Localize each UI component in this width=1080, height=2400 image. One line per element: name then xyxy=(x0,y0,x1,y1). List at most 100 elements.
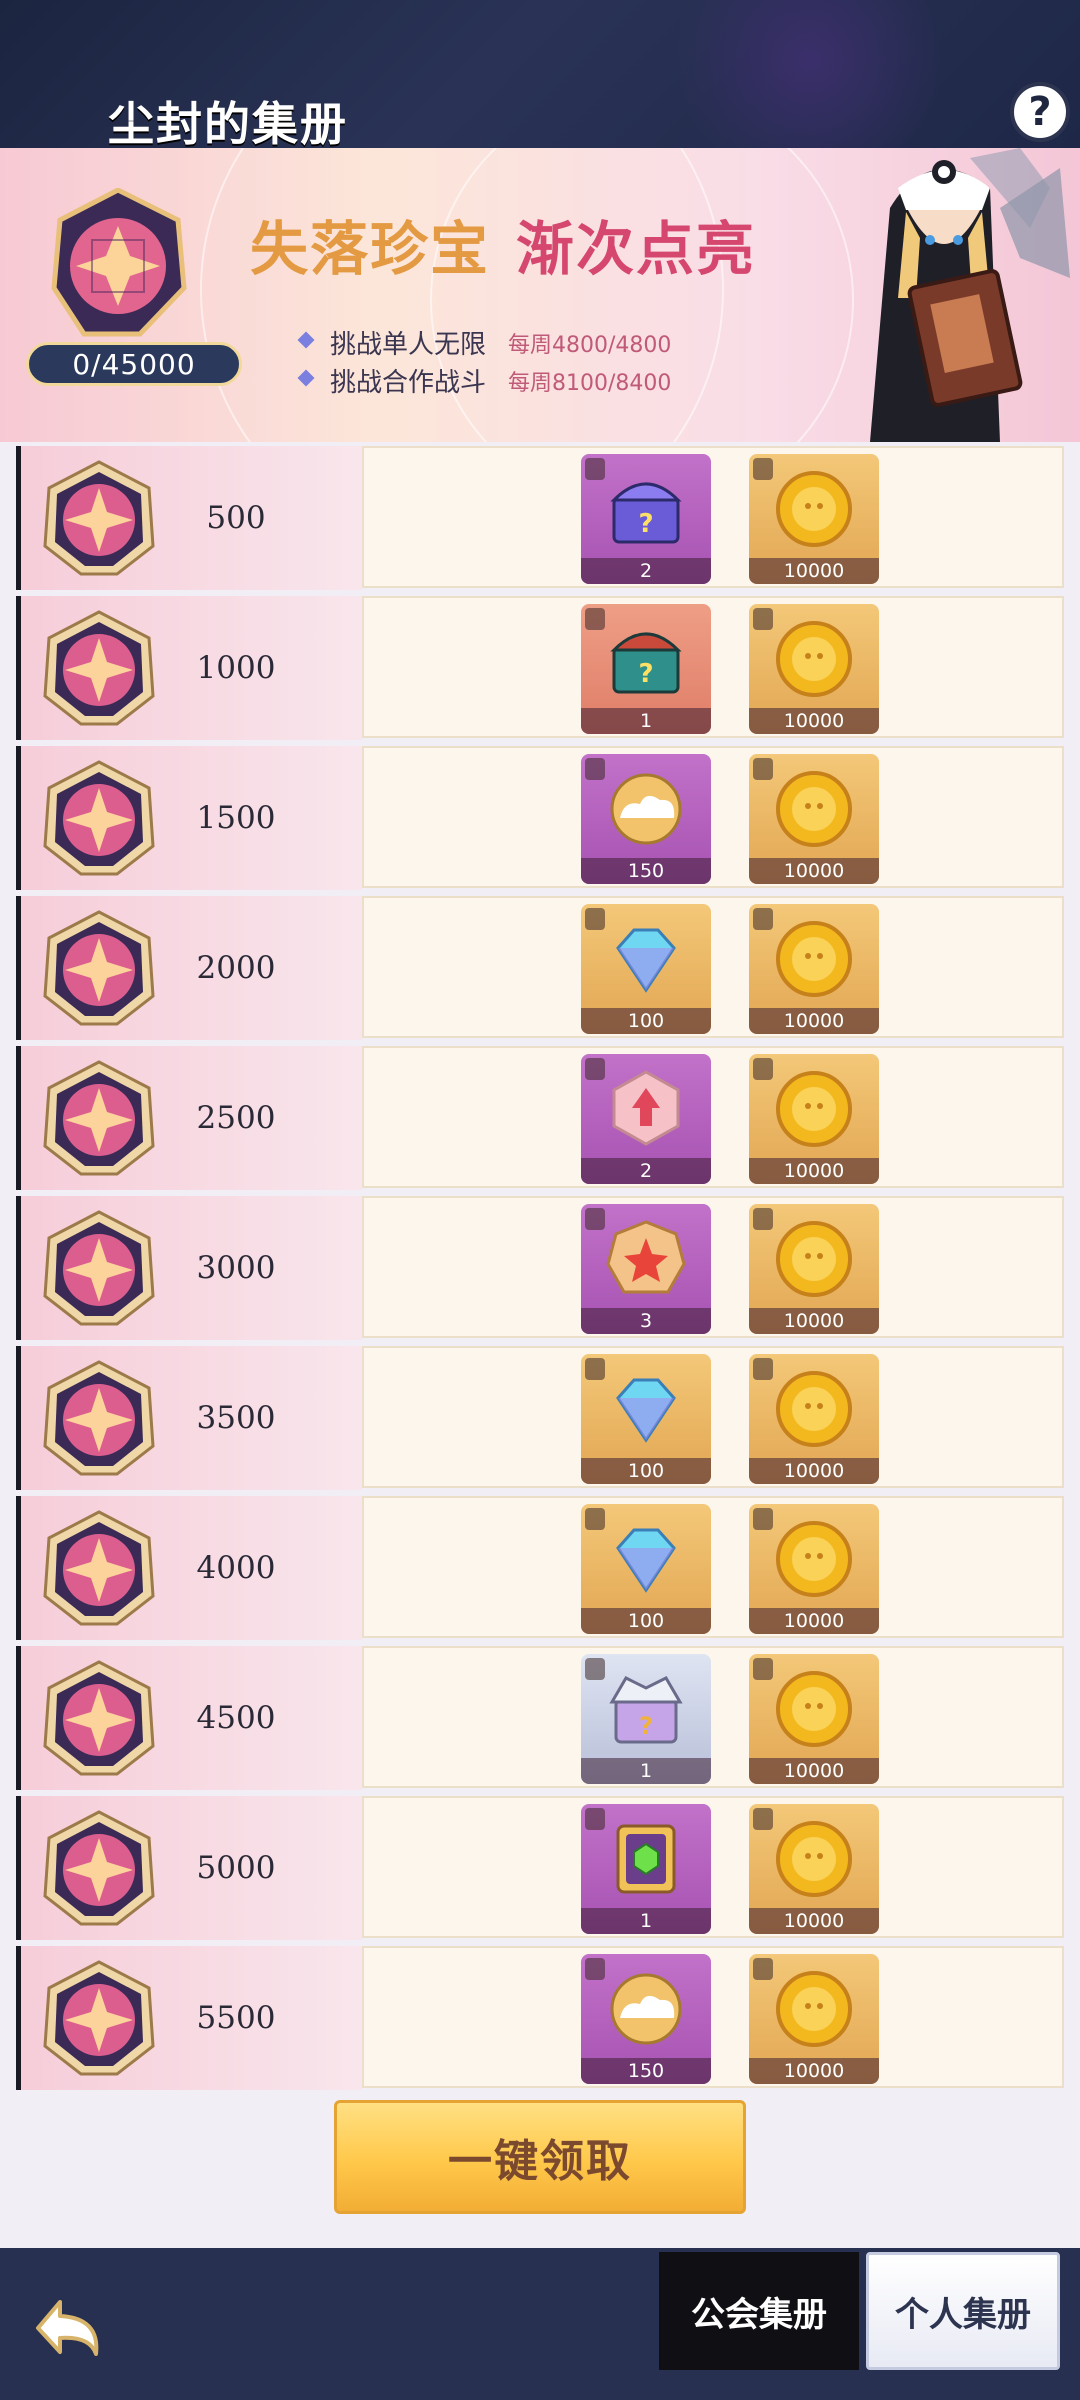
coin-quantity: 10000 xyxy=(749,1458,879,1484)
item-quantity: 150 xyxy=(581,858,711,884)
claim-all-button[interactable]: 一键领取 xyxy=(334,2100,746,2214)
reward-item-tile[interactable]: ? 1 xyxy=(581,604,711,734)
gold-coin-icon xyxy=(776,1671,852,1747)
reward-row: 2000 100 10000 xyxy=(16,896,1064,1040)
bottom-bar: 公会集册 个人集册 xyxy=(0,2248,1080,2400)
gold-coin-icon xyxy=(776,471,852,547)
back-arrow-icon[interactable] xyxy=(30,2288,116,2374)
purple-chest-icon: ? xyxy=(610,482,682,544)
coin-quantity: 10000 xyxy=(749,1008,879,1034)
coin-quantity: 10000 xyxy=(749,1608,879,1634)
reward-coin-tile[interactable]: 10000 xyxy=(749,1504,879,1634)
gold-coin-icon xyxy=(776,621,852,697)
milestone-emblem-icon xyxy=(43,460,155,576)
item-quantity: 3 xyxy=(581,1308,711,1334)
banner-headline-part2: 渐次点亮 xyxy=(516,215,757,283)
milestone-emblem-icon xyxy=(43,1660,155,1776)
item-quantity: 100 xyxy=(581,1008,711,1034)
coin-quantity: 10000 xyxy=(749,858,879,884)
item-quantity: 100 xyxy=(581,1458,711,1484)
help-button[interactable]: ? xyxy=(1010,82,1070,142)
diamond-icon xyxy=(616,928,676,993)
reward-item-tile[interactable]: 100 xyxy=(581,904,711,1034)
gold-coin-icon xyxy=(776,1371,852,1447)
task-count: 每周4800/4800 xyxy=(508,332,672,358)
gold-coin-icon xyxy=(776,1221,852,1297)
row-rewards: 100 10000 xyxy=(362,896,1064,1038)
points-threshold: 3000 xyxy=(196,1250,276,1286)
reward-item-tile[interactable]: 100 xyxy=(581,1504,711,1634)
gold-coin-icon xyxy=(776,771,852,847)
coin-quantity: 10000 xyxy=(749,1758,879,1784)
row-rewards: 150 10000 xyxy=(362,746,1064,888)
reward-item-tile[interactable]: 3 xyxy=(581,1204,711,1334)
task-count: 每周8100/8400 xyxy=(508,370,672,396)
star-medal-icon xyxy=(606,1220,686,1294)
row-rewards: 1 10000 xyxy=(362,1796,1064,1938)
row-rewards: 150 10000 xyxy=(362,1946,1064,2088)
gold-coin-icon xyxy=(776,1521,852,1597)
tab-guild-collection[interactable]: 公会集册 xyxy=(659,2252,859,2370)
gold-coin-icon xyxy=(776,921,852,997)
background-glow xyxy=(660,0,960,148)
milestone-emblem-icon xyxy=(43,610,155,726)
milestone-emblem-icon xyxy=(43,910,155,1026)
milestone-emblem-icon xyxy=(43,1060,155,1176)
cloud-orb-icon xyxy=(610,1973,682,2045)
reward-row: 1000 ? 1 10000 xyxy=(16,596,1064,740)
row-milestone: 1500 xyxy=(16,746,362,890)
item-quantity: 2 xyxy=(581,558,711,584)
coin-quantity: 10000 xyxy=(749,1908,879,1934)
collection-progress: 0/45000 xyxy=(26,342,242,386)
reward-item-tile[interactable]: 150 xyxy=(581,1954,711,2084)
row-rewards: ? 2 10000 xyxy=(362,446,1064,588)
reward-coin-tile[interactable]: 10000 xyxy=(749,1954,879,2084)
reward-item-tile[interactable]: ? 2 xyxy=(581,454,711,584)
points-threshold: 5000 xyxy=(196,1850,276,1886)
gold-coin-icon xyxy=(776,1971,852,2047)
row-milestone: 3500 xyxy=(16,1346,362,1490)
reward-coin-tile[interactable]: 10000 xyxy=(749,904,879,1034)
reward-coin-tile[interactable]: 10000 xyxy=(749,454,879,584)
item-quantity: 1 xyxy=(581,1758,711,1784)
points-threshold: 500 xyxy=(206,500,266,536)
tab-personal-collection[interactable]: 个人集册 xyxy=(866,2252,1060,2370)
coin-quantity: 10000 xyxy=(749,708,879,734)
reward-item-tile[interactable]: 1 xyxy=(581,1804,711,1934)
coin-quantity: 10000 xyxy=(749,1308,879,1334)
coin-quantity: 10000 xyxy=(749,1158,879,1184)
row-rewards: 100 10000 xyxy=(362,1496,1064,1638)
task-item: 挑战合作战斗 每周8100/8400 xyxy=(297,362,672,399)
row-rewards: ? 1 10000 xyxy=(362,1646,1064,1788)
top-bar: 尘封的集册 ? xyxy=(0,0,1080,148)
reward-coin-tile[interactable]: 10000 xyxy=(749,754,879,884)
points-threshold: 1500 xyxy=(196,800,276,836)
row-milestone: 1000 xyxy=(16,596,362,740)
row-milestone: 4500 xyxy=(16,1646,362,1790)
reward-coin-tile[interactable]: 10000 xyxy=(749,604,879,734)
red-chest-icon: ? xyxy=(610,632,682,694)
task-item: 挑战单人无限 每周4800/4800 xyxy=(297,324,672,361)
row-milestone: 2000 xyxy=(16,896,362,1040)
points-threshold: 2000 xyxy=(196,950,276,986)
reward-coin-tile[interactable]: 10000 xyxy=(749,1354,879,1484)
diamond-icon xyxy=(616,1528,676,1593)
reward-coin-tile[interactable]: 10000 xyxy=(749,1054,879,1184)
reward-item-tile[interactable]: 2 xyxy=(581,1054,711,1184)
reward-item-tile[interactable]: 150 xyxy=(581,754,711,884)
row-rewards: 3 10000 xyxy=(362,1196,1064,1338)
row-rewards: 100 10000 xyxy=(362,1346,1064,1488)
row-milestone: 500 xyxy=(16,446,362,590)
reward-coin-tile[interactable]: 10000 xyxy=(749,1654,879,1784)
reward-item-tile[interactable]: ? 1 xyxy=(581,1654,711,1784)
reward-coin-tile[interactable]: 10000 xyxy=(749,1804,879,1934)
reward-coin-tile[interactable]: 10000 xyxy=(749,1204,879,1334)
banner-headline: 失落珍宝 渐次点亮 xyxy=(250,202,756,286)
green-gem-frame-icon xyxy=(616,1824,676,1894)
reward-item-tile[interactable]: 100 xyxy=(581,1354,711,1484)
banner-headline-part1: 失落珍宝 xyxy=(250,215,491,283)
item-quantity: 1 xyxy=(581,708,711,734)
task-label: 挑战单人无限 xyxy=(330,330,487,360)
reward-row: 1500 150 10000 xyxy=(16,746,1064,890)
points-threshold: 2500 xyxy=(196,1100,276,1136)
